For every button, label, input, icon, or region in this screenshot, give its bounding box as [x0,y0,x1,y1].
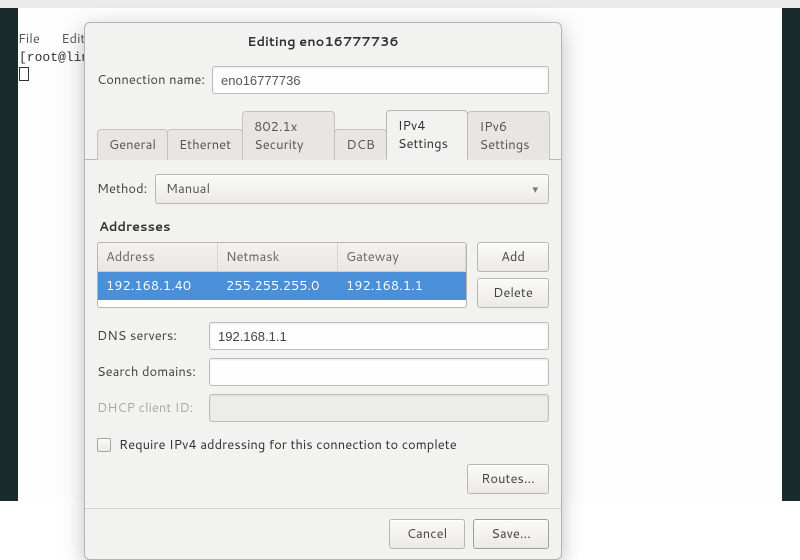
chevron-down-icon: ▾ [532,181,538,197]
cancel-button[interactable]: Cancel [389,519,465,549]
tab-ipv4-settings[interactable]: IPv4 Settings [386,110,469,160]
col-address[interactable]: Address [98,243,218,271]
tab-ipv6-settings[interactable]: IPv6 Settings [467,111,550,160]
require-ipv4-label: Require IPv4 addressing for this connect… [119,436,457,454]
require-ipv4-checkbox[interactable] [97,438,111,452]
method-value: Manual [166,180,210,198]
search-domains-label: Search domains: [97,363,209,381]
method-combobox[interactable]: Manual ▾ [155,174,549,204]
network-connection-dialog: Editing eno16777736 Connection name: Gen… [84,22,562,560]
terminal-menu-file[interactable]: File [18,30,40,48]
top-panel [0,0,800,8]
cell-address[interactable]: 192.168.1.40 [98,272,218,300]
col-gateway[interactable]: Gateway [338,243,466,271]
desktop-right-strip [782,8,800,501]
col-netmask[interactable]: Netmask [218,243,338,271]
routes-button[interactable]: Routes... [467,464,549,494]
terminal-prompt: [root@lin [19,50,89,65]
dialog-title: Editing eno16777736 [85,23,561,63]
dns-servers-input[interactable] [209,322,549,350]
addresses-header: Address Netmask Gateway [98,243,466,272]
cell-netmask[interactable]: 255.255.255.0 [218,272,338,300]
dhcp-client-id-label: DHCP client ID: [97,399,209,417]
addresses-table[interactable]: Address Netmask Gateway 192.168.1.40 255… [97,242,467,308]
terminal-menu-edit[interactable]: Edit [61,30,85,48]
address-row-selected[interactable]: 192.168.1.40 255.255.255.0 192.168.1.1 [98,272,466,300]
dialog-footer: Cancel Save... [85,508,561,559]
tab-8021x-security[interactable]: 802.1x Security [242,111,335,160]
dns-servers-label: DNS servers: [97,327,209,345]
save-button[interactable]: Save... [473,519,549,549]
desktop-left-strip [0,8,18,501]
delete-button[interactable]: Delete [477,278,549,308]
tabs: General Ethernet 802.1x Security DCB IPv… [85,97,561,160]
terminal-cursor [19,67,29,81]
tab-dcb[interactable]: DCB [334,129,386,160]
search-domains-input[interactable] [209,358,549,386]
cell-gateway[interactable]: 192.168.1.1 [338,272,466,300]
addresses-label: Addresses [99,218,549,236]
add-button[interactable]: Add [477,242,549,272]
tab-body-ipv4: Method: Manual ▾ Addresses Address Netma… [85,160,561,508]
tab-general[interactable]: General [97,129,168,160]
connection-name-label: Connection name: [97,71,212,89]
method-label: Method: [97,180,155,198]
dhcp-client-id-input [209,394,549,422]
connection-name-input[interactable] [212,66,549,94]
tab-ethernet[interactable]: Ethernet [167,129,243,160]
